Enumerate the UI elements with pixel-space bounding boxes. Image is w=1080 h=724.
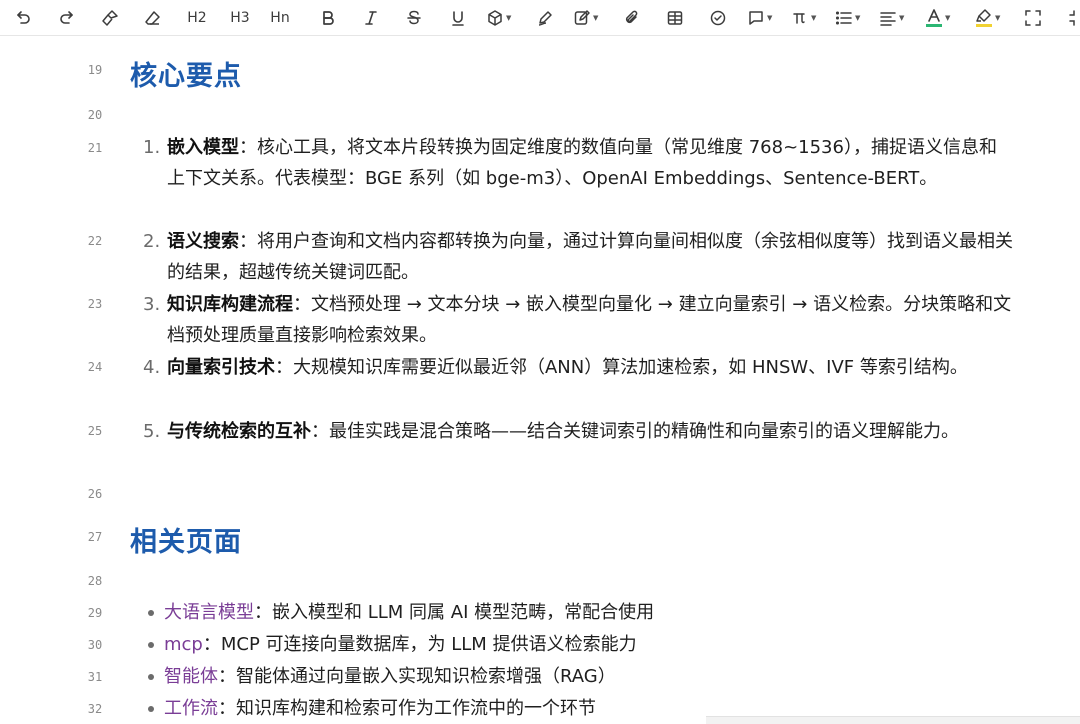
editor-toolbar: H2 H3 Hn ▼ ▼ ▼ ▼ ▼ ▼ ▼ ▼ [0,0,1080,36]
list-item-text: ：核心工具，将文本片段转换为固定维度的数值向量（常见维度 768~1536），捕… [167,137,997,189]
heading3-button[interactable]: H3 [229,6,251,30]
related-item-text: ：知识库构建和检索可作为工作流中的一个环节 [218,698,596,719]
section-heading-related-pages: 相关页面 [130,527,242,558]
align-icon[interactable]: ▼ [879,6,904,30]
list-item: 5. 与传统检索的互补：最佳实践是混合策略——结合关键词索引的精确性和向量索引的… [143,416,1013,447]
list-item-text: ：文档预处理 → 文本分块 → 嵌入模型向量化 → 建立向量索引 → 语义检索。… [167,294,1012,346]
list-number: 3. [143,294,161,315]
expand-icon[interactable] [1064,6,1080,30]
line-number: 21 [87,141,103,155]
related-list-item: 智能体：智能体通过向量嵌入实现知识检索增强（RAG） [148,661,1008,692]
underline-icon[interactable] [447,6,469,30]
math-formula-icon[interactable]: ▼ [791,6,816,30]
line-number: 23 [87,297,103,311]
fullscreen-icon[interactable] [1022,6,1044,30]
list-number: 2. [143,231,161,252]
line-number: 25 [87,424,103,438]
attachment-icon[interactable] [621,6,643,30]
list-item-term: 与传统检索的互补 [167,421,311,442]
list-item-term: 向量索引技术 [167,357,275,378]
list-item: 2. 语义搜索：将用户查询和文档内容都转换为向量，通过计算向量间相似度（余弦相似… [143,226,1013,288]
highlight-icon[interactable]: ▼ [975,6,1000,30]
list-number: 4. [143,357,161,378]
line-number: 28 [87,574,103,588]
text-color-icon[interactable]: ▼ [925,6,950,30]
bullet [148,610,154,616]
edit-icon[interactable]: ▼ [573,6,598,30]
line-number: 27 [87,530,103,544]
heading2-button[interactable]: H2 [186,6,208,30]
page-link[interactable]: mcp [164,634,203,655]
task-check-icon[interactable] [707,6,729,30]
eraser-icon[interactable] [142,6,164,30]
section-heading-key-points: 核心要点 [130,61,242,92]
bold-icon[interactable] [317,6,339,30]
list-item-term: 知识库构建流程 [167,294,293,315]
page-link[interactable]: 大语言模型 [164,602,254,623]
list-item: 4. 向量索引技术：大规模知识库需要近似最近邻（ANN）算法加速检索，如 HNS… [143,352,1013,383]
strikethrough-icon[interactable] [403,6,425,30]
list-item: 1. 嵌入模型：核心工具，将文本片段转换为固定维度的数值向量（常见维度 768~… [143,132,1013,194]
related-list-item: mcp：MCP 可连接向量数据库，为 LLM 提供语义检索能力 [148,629,1008,660]
list-number: 5. [143,421,161,442]
bullet [148,706,154,712]
horizontal-scrollbar[interactable] [706,716,1080,724]
page-link[interactable]: 工作流 [164,698,218,719]
heading3-label: H3 [230,10,250,26]
bullet [148,642,154,648]
editor-content[interactable]: 19 核心要点 20 21 1. 嵌入模型：核心工具，将文本片段转换为固定维度的… [0,36,1080,724]
related-item-text: ：智能体通过向量嵌入实现知识检索增强（RAG） [218,666,616,687]
line-number: 32 [87,702,103,716]
list-item-term: 嵌入模型 [167,137,239,158]
format-painter-icon[interactable] [99,6,121,30]
list-item-text: ：最佳实践是混合策略——结合关键词索引的精确性和向量索引的语义理解能力。 [311,421,959,442]
list-item-text: ：将用户查询和文档内容都转换为向量，通过计算向量间相似度（余弦相似度等）找到语义… [167,231,1013,283]
undo-icon[interactable] [12,6,34,30]
line-number: 24 [87,360,103,374]
comment-icon[interactable]: ▼ [747,6,772,30]
list-icon[interactable]: ▼ [835,6,860,30]
redo-icon[interactable] [56,6,78,30]
line-number: 31 [87,670,103,684]
insert-block-icon[interactable]: ▼ [486,6,511,30]
line-number: 20 [87,108,103,122]
list-item: 3. 知识库构建流程：文档预处理 → 文本分块 → 嵌入模型向量化 → 建立向量… [143,289,1013,351]
list-item-text: ：大规模知识库需要近似最近邻（ANN）算法加速检索，如 HNSW、IVF 等索引… [275,357,968,378]
list-number: 1. [143,137,161,158]
line-number: 19 [87,63,103,77]
related-item-text: ：MCP 可连接向量数据库，为 LLM 提供语义检索能力 [202,634,637,655]
line-number: 29 [87,606,103,620]
italic-icon[interactable] [360,6,382,30]
heading2-label: H2 [187,10,207,26]
pen-icon[interactable] [534,6,556,30]
related-item-text: ：嵌入模型和 LLM 同属 AI 模型范畴，常配合使用 [254,602,655,623]
table-icon[interactable] [664,6,686,30]
heading-n-button[interactable]: Hn [269,6,291,30]
page-link[interactable]: 智能体 [164,666,218,687]
related-list-item: 大语言模型：嵌入模型和 LLM 同属 AI 模型范畴，常配合使用 [148,597,1008,628]
list-item-term: 语义搜索 [167,231,239,252]
bullet [148,674,154,680]
line-number: 26 [87,487,103,501]
heading-n-label: Hn [270,10,290,26]
line-number: 22 [87,234,103,248]
line-number: 30 [87,638,103,652]
